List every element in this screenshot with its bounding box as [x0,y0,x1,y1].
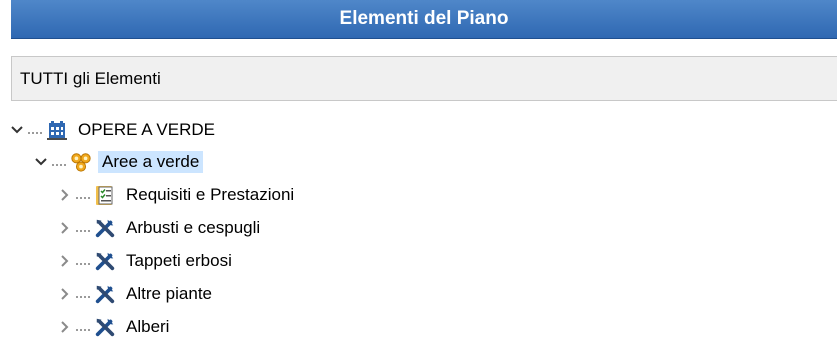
tree-node-arbusti-e-cespugli[interactable]: Arbusti e cespugli [54,214,264,242]
tree-node-opere-a-verde[interactable]: OPERE A VERDE [6,116,219,144]
tools-icon [94,316,116,338]
checklist-document-icon [94,184,116,206]
tools-icon [94,283,116,305]
tree-node-label: Tappeti erbosi [126,251,232,270]
chevron-down-icon[interactable] [30,151,52,173]
panel-title-bar: Elementi del Piano [11,0,837,39]
chevron-right-icon[interactable] [54,184,76,206]
filter-value: TUTTI gli Elementi [20,68,161,88]
tools-icon [94,250,116,272]
tree-connector [76,197,92,199]
tree-node-label: Alberi [126,317,170,336]
chevron-right-icon[interactable] [54,217,76,239]
chevron-right-icon[interactable] [54,250,76,272]
tree-connector [76,230,92,232]
tree-node-label: Aree a verde [98,151,204,173]
tree-node-label: Arbusti e cespugli [126,218,261,237]
tree-node-altre-piante[interactable]: Altre piante [54,280,216,308]
tree-connector [52,164,68,166]
tree-node-tappeti-erbosi[interactable]: Tappeti erbosi [54,247,236,275]
tree-connector [76,329,92,331]
building-icon [46,119,68,141]
tree-node-aree-a-verde[interactable]: Aree a verde [30,148,204,176]
tree-connector [28,132,44,134]
tree-node-label: OPERE A VERDE [78,120,215,139]
panel-title: Elementi del Piano [339,8,509,29]
chevron-right-icon[interactable] [54,283,76,305]
tree-node-alberi[interactable]: Alberi [54,313,173,341]
tree-node-label: Requisiti e Prestazioni [126,185,295,204]
tree-node-label: Altre piante [126,284,212,303]
tree-connector [76,296,92,298]
gears-icon [70,151,92,173]
tools-icon [94,217,116,239]
filter-dropdown[interactable]: TUTTI gli Elementi [11,56,837,101]
chevron-right-icon[interactable] [54,316,76,338]
chevron-down-icon[interactable] [6,119,28,141]
tree-connector [76,263,92,265]
tree-node-requisiti-e-prestazioni[interactable]: Requisiti e Prestazioni [54,181,298,209]
